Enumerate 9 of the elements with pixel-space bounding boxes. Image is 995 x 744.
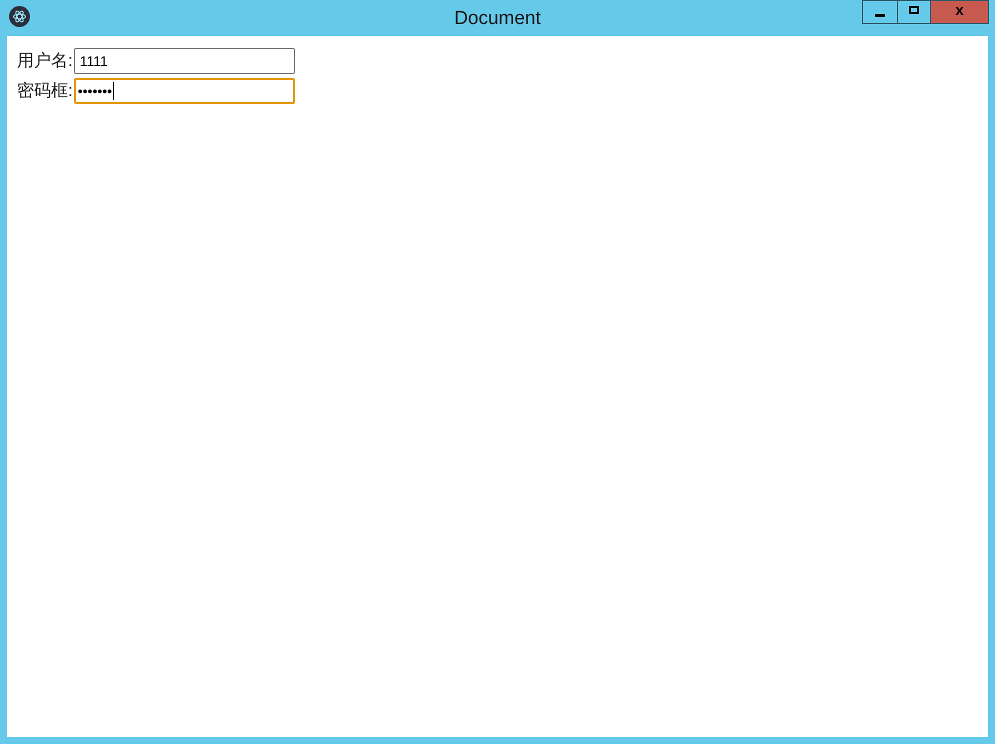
input-field[interactable]: 1111	[74, 48, 295, 74]
input-field[interactable]: •••••••	[74, 78, 295, 104]
close-button[interactable]: x	[931, 0, 989, 24]
window-title: Document	[454, 7, 541, 31]
field-label: 密码框:	[17, 80, 73, 102]
maximize-button[interactable]	[898, 0, 931, 24]
minimize-button[interactable]	[862, 0, 898, 24]
field-label: 用户名:	[17, 50, 73, 72]
app-logo-icon	[9, 6, 30, 27]
